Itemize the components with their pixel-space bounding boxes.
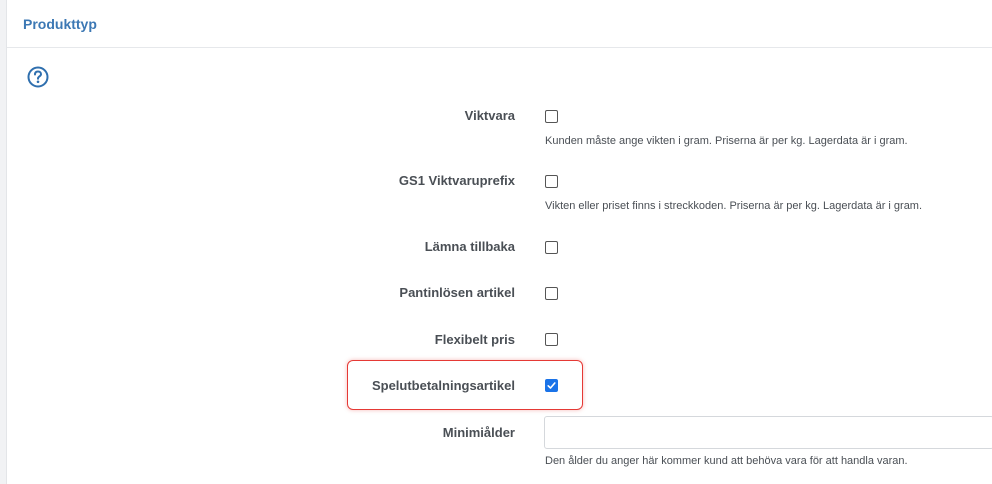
pantinlosen-label: Pantinlösen artikel: [399, 285, 515, 300]
lamna-tillbaka-label: Lämna tillbaka: [424, 239, 515, 254]
gs1-help: Vikten eller priset finns i streckkoden.…: [545, 200, 923, 212]
flexibelt-pris-label: Flexibelt pris: [434, 332, 515, 347]
spelutbetalning-checkbox[interactable]: [545, 379, 558, 392]
pantinlosen-checkbox[interactable]: [545, 287, 558, 300]
panel-title: Produkttyp: [23, 15, 97, 32]
help-icon[interactable]: [27, 66, 49, 88]
viktvara-checkbox[interactable]: [545, 110, 558, 123]
panel-header: Produkttyp: [7, 0, 992, 48]
gs1-label: GS1 Viktvaruprefix: [398, 173, 515, 188]
viktvara-help: Kunden måste ange vikten i gram. Prisern…: [545, 135, 908, 147]
minimialder-input[interactable]: [544, 416, 992, 449]
flexibelt-pris-checkbox[interactable]: [545, 333, 558, 346]
checkmark-icon: [547, 382, 556, 389]
minimialder-label: Minimiålder: [442, 425, 515, 440]
minimialder-help: Den ålder du anger här kommer kund att b…: [545, 455, 908, 467]
spelutbetalning-label: Spelutbetalningsartikel: [371, 378, 515, 393]
lamna-tillbaka-checkbox[interactable]: [545, 241, 558, 254]
viktvara-label: Viktvara: [464, 108, 515, 123]
gs1-checkbox[interactable]: [545, 175, 558, 188]
